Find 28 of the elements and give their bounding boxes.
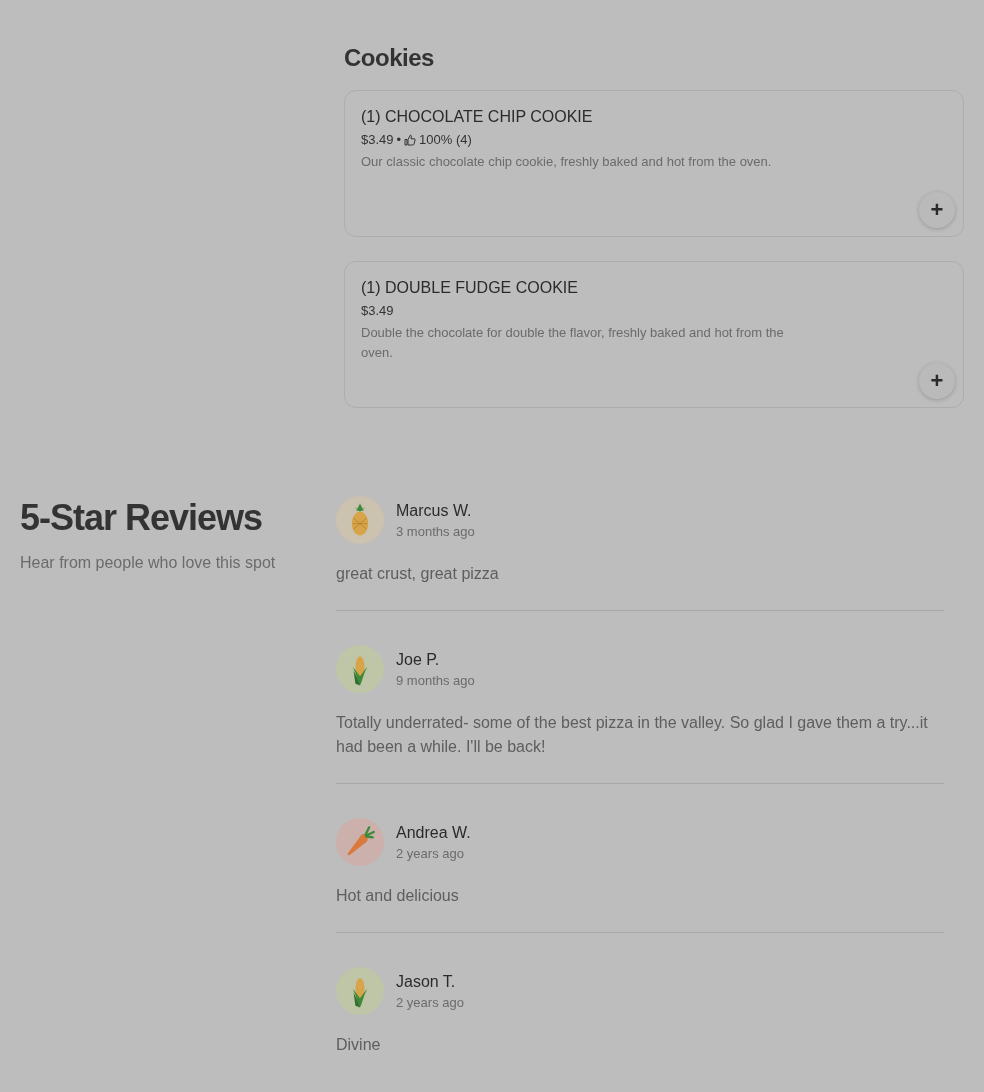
item-price: $3.49 (361, 131, 394, 149)
review-date: 2 years ago (396, 845, 465, 861)
review-date: 9 months ago (396, 672, 475, 688)
reviewer-name: Joe P. (396, 650, 441, 669)
menu-item-card[interactable]: (1) CHOCOLATE CHIP COOKIE $3.49 • 100% (4) Our classic chocolate chip cookie, freshly baked and hot from the oven. + (344, 90, 964, 237)
add-button[interactable]: + (919, 363, 955, 399)
reviewer-name: Andrea W. (396, 823, 471, 842)
reviewer-name: Marcus W. (396, 501, 473, 520)
item-price: $3.49 (361, 302, 394, 320)
reviewer-name: Jason T. (396, 972, 457, 991)
review-date: 3 months ago (396, 523, 475, 539)
item-name: (1) CHOCOLATE CHIP COOKIE (361, 107, 594, 127)
section-subtitle: Hear from people who love this spot (20, 554, 277, 572)
review-date: 2 years ago (396, 994, 464, 1010)
review-text: Totally underrated- some of the best pizza in the valley. So glad I gave them a try...it had been a while. I'll be back! (336, 713, 929, 757)
section-title: Cookies (344, 43, 435, 73)
review-text: Divine (336, 1035, 382, 1055)
item-description: Our classic chocolate chip cookie, freshly baked and hot from the oven. (361, 153, 773, 171)
review-text: Hot and delicious (336, 886, 460, 906)
item-rating: 100% (4) (419, 131, 472, 149)
separator: • (396, 131, 402, 149)
review-text: great crust, great pizza (336, 564, 500, 584)
add-button[interactable]: + (919, 192, 955, 228)
section-title: 5-Star Reviews (20, 496, 264, 540)
item-description: Double the chocolate for double the flavor, freshly baked and hot from the oven. (361, 324, 785, 362)
item-name: (1) DOUBLE FUDGE COOKIE (361, 278, 579, 298)
thumbs-up-icon (404, 134, 417, 146)
menu-item-card[interactable]: (1) DOUBLE FUDGE COOKIE $3.49 Double the chocolate for double the flavor, freshly baked and hot from the oven. + (344, 261, 964, 408)
